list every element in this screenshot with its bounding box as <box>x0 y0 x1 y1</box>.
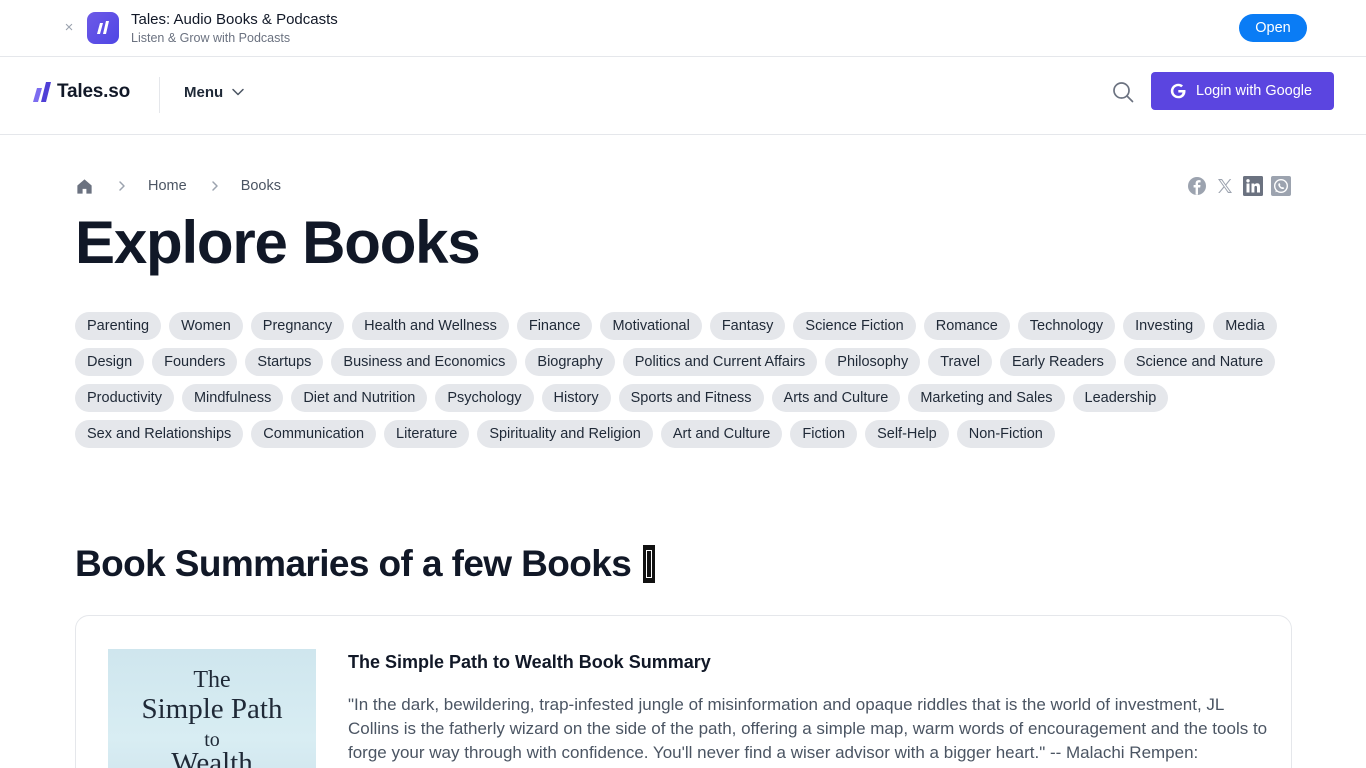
category-chip[interactable]: Fantasy <box>709 312 786 340</box>
category-chip[interactable]: Arts and Culture <box>771 384 901 412</box>
category-chip[interactable]: Health and Wellness <box>352 312 509 340</box>
menu-label: Menu <box>184 83 224 101</box>
category-chip[interactable]: Literature <box>384 420 470 448</box>
page-title: Explore Books <box>75 209 481 276</box>
tales-logo-icon <box>33 82 51 102</box>
cover-line-4: Wealth <box>171 747 253 768</box>
book-description: "In the dark, bewildering, trap-infested… <box>348 695 1268 762</box>
breadcrumb: Home Books <box>75 176 281 196</box>
category-chip[interactable]: Parenting <box>75 312 162 340</box>
category-chip[interactable]: Early Readers <box>999 348 1116 376</box>
category-chips: Parenting Women Pregnancy Health and Wellne… <box>75 312 1295 456</box>
site-header: Tales.so Menu Login with Google <box>0 57 1366 135</box>
tales-app-icon <box>87 12 119 44</box>
banner-app-title: Tales: Audio Books & Podcasts <box>131 11 338 28</box>
category-chip[interactable]: Fiction <box>790 420 858 448</box>
linkedin-icon[interactable] <box>1243 176 1263 196</box>
open-app-button[interactable]: Open <box>1239 14 1307 42</box>
banner-app-subtitle: Listen & Grow with Podcasts <box>131 31 291 45</box>
category-chip[interactable]: Non-Fiction <box>956 420 1055 448</box>
cover-line-1: The <box>193 667 231 693</box>
category-chip[interactable]: Spirituality and Religion <box>477 420 653 448</box>
category-chip[interactable]: Leadership <box>1072 384 1169 412</box>
category-chip[interactable]: Philosophy <box>825 348 921 376</box>
category-chip[interactable]: Communication <box>251 420 377 448</box>
category-chip[interactable]: Science Fiction <box>793 312 916 340</box>
menu-button[interactable]: Menu <box>184 81 245 103</box>
section-title: Book Summaries of a few Books <box>75 540 656 588</box>
category-chip[interactable]: Design <box>75 348 145 376</box>
category-chip[interactable]: Sex and Relationships <box>75 420 244 448</box>
login-with-google-button[interactable]: Login with Google <box>1151 72 1334 110</box>
category-chip[interactable]: Psychology <box>435 384 534 412</box>
category-chip[interactable]: Motivational <box>600 312 702 340</box>
breadcrumb-home[interactable]: Home <box>148 178 187 194</box>
section-title-text: Book Summaries of a few Books <box>75 543 632 584</box>
category-chip[interactable]: Technology <box>1017 312 1116 340</box>
logo-text: Tales.so <box>57 81 131 102</box>
category-chip[interactable]: Self-Help <box>865 420 949 448</box>
category-chip[interactable]: Finance <box>516 312 593 340</box>
category-chip[interactable]: Travel <box>928 348 992 376</box>
search-icon[interactable] <box>1112 81 1134 103</box>
category-chip[interactable]: Business and Economics <box>331 348 518 376</box>
category-chip[interactable]: Politics and Current Affairs <box>622 348 818 376</box>
category-chip[interactable]: Sports and Fitness <box>618 384 764 412</box>
login-button-label: Login with Google <box>1196 83 1313 99</box>
category-chip[interactable]: Investing <box>1123 312 1206 340</box>
category-chip[interactable]: Founders <box>152 348 238 376</box>
chevron-right-icon <box>119 181 125 191</box>
header-divider <box>159 77 160 113</box>
category-chip[interactable]: Diet and Nutrition <box>291 384 428 412</box>
breadcrumb-books[interactable]: Books <box>241 178 281 194</box>
close-icon[interactable]: × <box>62 19 76 37</box>
category-chip[interactable]: Biography <box>525 348 615 376</box>
category-chip[interactable]: Marketing and Sales <box>908 384 1065 412</box>
category-chip[interactable]: Mindfulness <box>181 384 284 412</box>
category-chip[interactable]: Productivity <box>75 384 174 412</box>
x-icon[interactable] <box>1215 176 1235 196</box>
book-title[interactable]: The Simple Path to Wealth Book Summary <box>348 652 711 673</box>
category-chip[interactable]: Pregnancy <box>250 312 345 340</box>
book-summary-card[interactable]: The Simple Path to Wealth The Simple Pat… <box>75 615 1292 768</box>
category-chip[interactable]: Startups <box>245 348 324 376</box>
category-chip[interactable]: Romance <box>923 312 1010 340</box>
google-icon <box>1170 83 1186 99</box>
cover-line-2: Simple Path <box>141 693 283 725</box>
category-chip[interactable]: Media <box>1213 312 1277 340</box>
facebook-icon[interactable] <box>1187 176 1207 196</box>
app-install-banner: × Tales: Audio Books & Podcasts Listen &… <box>0 0 1366 57</box>
book-cover[interactable]: The Simple Path to Wealth <box>108 649 316 768</box>
category-chip[interactable]: Women <box>169 312 243 340</box>
category-chip[interactable]: Art and Culture <box>660 420 783 448</box>
missing-glyph-icon <box>643 545 656 583</box>
whatsapp-icon[interactable] <box>1271 176 1291 196</box>
chevron-right-icon <box>211 181 218 191</box>
home-icon[interactable] <box>75 177 94 196</box>
site-logo[interactable]: Tales.so <box>32 79 130 105</box>
chevron-down-icon <box>232 88 244 96</box>
category-chip[interactable]: Science and Nature <box>1123 348 1276 376</box>
share-bar <box>1187 176 1299 196</box>
category-chip[interactable]: History <box>541 384 611 412</box>
